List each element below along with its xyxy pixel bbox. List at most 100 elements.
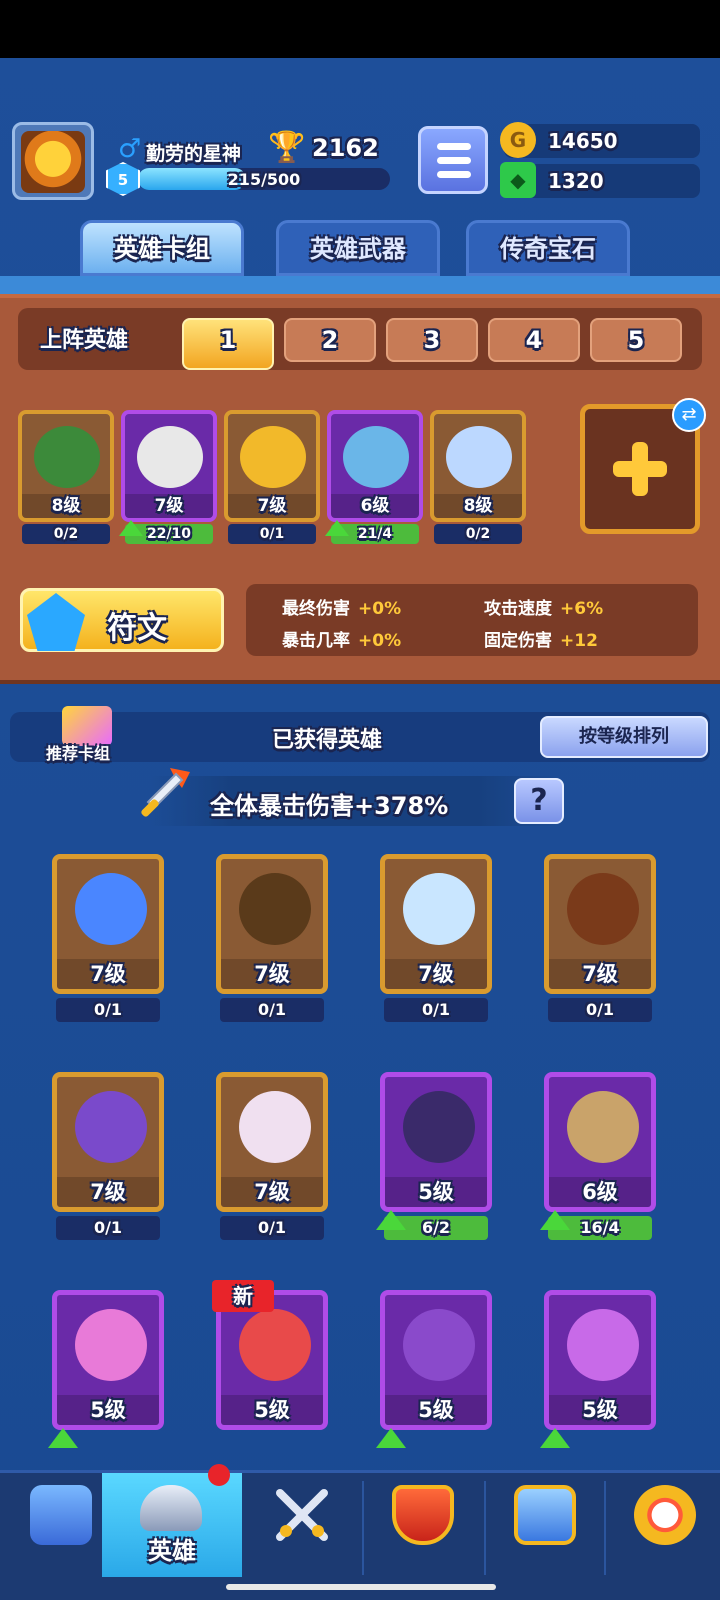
avatar-face bbox=[21, 131, 85, 193]
deck-slot-4-button[interactable]: 4 bbox=[488, 318, 580, 362]
stat-label: 暴击几率 bbox=[282, 631, 350, 651]
gem-icon: ◆ bbox=[500, 162, 536, 198]
deck-hero-card[interactable]: 6级 21/4 bbox=[325, 410, 423, 550]
hero-level: 8级 bbox=[434, 494, 522, 518]
help-button[interactable]: ? bbox=[514, 778, 564, 824]
hero-level: 5级 bbox=[549, 1395, 651, 1425]
deck-hero-card[interactable]: 8级 0/2 bbox=[430, 410, 526, 550]
rune-button[interactable]: 符文 bbox=[20, 588, 224, 652]
hero-face bbox=[343, 426, 409, 488]
owned-hero-card[interactable]: 5级 新 bbox=[212, 1272, 332, 1452]
new-badge: 新 bbox=[212, 1280, 274, 1312]
stat-value: +6% bbox=[560, 599, 604, 619]
stat-value: +12 bbox=[560, 631, 598, 651]
hero-face bbox=[75, 1091, 147, 1163]
treasure-chest-icon bbox=[30, 1485, 92, 1545]
owned-hero-card[interactable]: 5级 bbox=[48, 1272, 168, 1452]
owned-hero-card[interactable]: 7级 0/1 bbox=[48, 1054, 168, 1240]
hero-face bbox=[239, 873, 311, 945]
xp-text: 215/500 bbox=[227, 170, 301, 189]
stat-label: 固定伤害 bbox=[484, 631, 552, 651]
hero-portrait: 6级 bbox=[327, 410, 423, 522]
hero-portrait: 5级 bbox=[380, 1290, 492, 1430]
hero-portrait: 5级 bbox=[380, 1072, 492, 1212]
upgrade-arrow-icon bbox=[540, 1428, 570, 1448]
stat-fixed-damage: 固定伤害 +12 bbox=[484, 626, 598, 651]
nav-heroes[interactable]: 英雄 bbox=[102, 1473, 242, 1577]
player-name: 勤劳的星神 bbox=[146, 143, 242, 165]
hero-face bbox=[34, 426, 100, 488]
hero-face bbox=[403, 1091, 475, 1163]
swap-icon[interactable]: ⇄ bbox=[672, 398, 706, 432]
xp-bar: 215/500 bbox=[138, 168, 390, 190]
owned-hero-card[interactable]: 7级 0/1 bbox=[212, 1054, 332, 1240]
hero-face bbox=[446, 426, 512, 488]
hero-card-progress: 0/1 bbox=[228, 524, 316, 544]
home-indicator[interactable] bbox=[226, 1584, 496, 1590]
deck-slot-3-button[interactable]: 3 bbox=[386, 318, 478, 362]
hero-portrait: 7级 bbox=[216, 1072, 328, 1212]
tab-legendary-gems[interactable]: 传奇宝石 bbox=[466, 220, 630, 276]
owned-hero-card[interactable]: 6级 16/4 bbox=[540, 1054, 660, 1240]
player-level-badge: 5 bbox=[106, 162, 140, 196]
hero-card-progress: 0/1 bbox=[548, 998, 652, 1022]
nav-social[interactable] bbox=[484, 1473, 604, 1577]
hero-level: 7级 bbox=[57, 1177, 159, 1207]
owned-hero-card[interactable]: 7级 0/1 bbox=[212, 836, 332, 1022]
stat-final-damage: 最终伤害 +0% bbox=[282, 594, 401, 619]
hero-face bbox=[239, 1091, 311, 1163]
hero-face bbox=[75, 1309, 147, 1381]
upgrade-arrow-icon bbox=[48, 1428, 78, 1448]
nav-battle[interactable] bbox=[242, 1473, 362, 1577]
hero-level: 5级 bbox=[57, 1395, 159, 1425]
menu-line-icon bbox=[437, 171, 471, 178]
gold-coin-icon: G bbox=[500, 122, 536, 158]
hero-card-progress: 0/1 bbox=[220, 998, 324, 1022]
nav-explore[interactable] bbox=[604, 1473, 720, 1577]
sort-by-level-button[interactable]: 按等级排列 bbox=[540, 716, 708, 758]
rune-gem-icon bbox=[27, 593, 85, 651]
owned-hero-card[interactable]: 7级 0/1 bbox=[48, 836, 168, 1022]
owned-hero-card[interactable]: 7级 0/1 bbox=[540, 836, 660, 1022]
owned-hero-card[interactable]: 5级 6/2 bbox=[376, 1054, 496, 1240]
deck-hero-card[interactable]: 7级 0/1 bbox=[224, 410, 320, 550]
hero-portrait: 8级 bbox=[430, 410, 526, 522]
hero-portrait: 7级 bbox=[544, 854, 656, 994]
owned-hero-card[interactable]: 5级 bbox=[376, 1272, 496, 1452]
friends-icon bbox=[514, 1485, 576, 1545]
tab-hero-deck[interactable]: 英雄卡组 bbox=[80, 220, 244, 276]
nav-clan[interactable] bbox=[362, 1473, 482, 1577]
recommend-deck-label[interactable]: 推荐卡组 bbox=[46, 740, 110, 764]
player-avatar[interactable] bbox=[12, 122, 94, 200]
deck-hero-card[interactable]: 8级 0/2 bbox=[18, 410, 114, 550]
hero-face bbox=[239, 1309, 311, 1381]
tab-hero-weapons[interactable]: 英雄武器 bbox=[276, 220, 440, 276]
deck-selector: 上阵英雄 1 2 3 4 5 bbox=[18, 308, 702, 370]
deck-slot-2-button[interactable]: 2 bbox=[284, 318, 376, 362]
compass-icon bbox=[634, 1485, 696, 1545]
hero-face bbox=[403, 1309, 475, 1381]
hero-face bbox=[75, 873, 147, 945]
stat-crit-rate: 暴击几率 +0% bbox=[282, 626, 401, 651]
gold-value: 14650 bbox=[548, 129, 618, 153]
deck-hero-card[interactable]: 7级 22/10 bbox=[119, 410, 217, 550]
owned-hero-card[interactable]: 7级 0/1 bbox=[376, 836, 496, 1022]
stat-label: 攻击速度 bbox=[484, 599, 552, 619]
hero-level: 8级 bbox=[22, 494, 110, 518]
deck-slot-5-button[interactable]: 5 bbox=[590, 318, 682, 362]
hero-face bbox=[137, 426, 203, 488]
hero-level: 7级 bbox=[549, 959, 651, 989]
hero-portrait: 7级 bbox=[121, 410, 217, 522]
menu-line-icon bbox=[437, 143, 471, 150]
hero-level: 7级 bbox=[385, 959, 487, 989]
owned-hero-card[interactable]: 5级 bbox=[540, 1272, 660, 1452]
gender-icon: ♂ bbox=[118, 134, 142, 164]
hero-level: 5级 bbox=[221, 1395, 323, 1425]
menu-button[interactable] bbox=[418, 126, 488, 194]
hero-face bbox=[567, 1091, 639, 1163]
upgrade-arrow-icon bbox=[325, 520, 349, 536]
owned-heroes-bar: 推荐卡组 已获得英雄 按等级排列 bbox=[10, 706, 710, 764]
deck-slot-1-button[interactable]: 1 bbox=[182, 318, 274, 370]
hero-portrait: 5级 bbox=[52, 1290, 164, 1430]
notification-dot bbox=[208, 1464, 230, 1486]
